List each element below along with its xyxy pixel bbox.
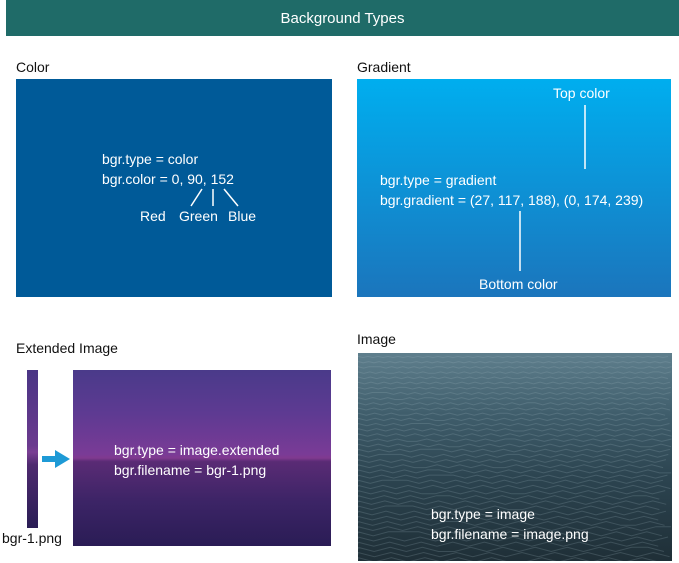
ripple-line bbox=[358, 546, 665, 553]
red-connector-line bbox=[190, 188, 203, 207]
ripple-line bbox=[358, 428, 671, 432]
ripple-line bbox=[358, 484, 671, 490]
ripple-line bbox=[358, 417, 668, 422]
extended-section-title: Extended Image bbox=[16, 340, 118, 356]
gradient-code-value: bgr.gradient = (27, 117, 188), (0, 174, … bbox=[380, 192, 644, 208]
ripple-line bbox=[358, 448, 671, 453]
top-color-label: Top color bbox=[553, 85, 610, 101]
source-filename-label: bgr-1.png bbox=[2, 530, 62, 546]
ripple-line bbox=[358, 438, 672, 442]
extended-image-panel: bgr.type = image.extended bgr.filename =… bbox=[73, 370, 331, 546]
color-section-title: Color bbox=[16, 59, 50, 75]
red-label: Red bbox=[140, 208, 166, 224]
ripple-line bbox=[358, 469, 672, 474]
ripple-line bbox=[358, 474, 668, 479]
ripple-line bbox=[358, 355, 669, 359]
bottom-color-label: Bottom color bbox=[479, 276, 558, 292]
ripple-line bbox=[358, 551, 670, 558]
ripple-line bbox=[358, 376, 669, 380]
ripple-line bbox=[358, 371, 671, 374]
green-label: Green bbox=[179, 208, 218, 224]
ripple-line bbox=[358, 464, 664, 469]
ripple-line bbox=[358, 479, 664, 484]
blue-label: Blue bbox=[228, 208, 257, 224]
ripple-line bbox=[358, 361, 671, 364]
ripple-line bbox=[358, 391, 671, 395]
ripple-line bbox=[358, 366, 672, 369]
ripple-line bbox=[358, 381, 671, 385]
water-photo: bgr.type = image bgr.filename = image.pn… bbox=[358, 353, 672, 561]
ripple-line bbox=[358, 397, 669, 401]
source-strip-image bbox=[27, 370, 38, 528]
image-section-title: Image bbox=[357, 331, 396, 347]
extended-code-filename: bgr.filename = bgr-1.png bbox=[114, 462, 267, 478]
ripple-line bbox=[358, 422, 670, 427]
ripple-line bbox=[358, 386, 671, 390]
gradient-section-title: Gradient bbox=[357, 59, 411, 75]
image-code-type: bgr.type = image bbox=[431, 506, 535, 522]
ripple-line bbox=[358, 407, 671, 411]
ripple-line bbox=[358, 443, 672, 448]
color-panel: bgr.type = color bgr.color = 0, 90, 152 … bbox=[16, 79, 332, 297]
extended-code-type: bgr.type = image.extended bbox=[114, 442, 280, 458]
page-title: Background Types bbox=[280, 9, 405, 27]
ripple-line bbox=[358, 557, 657, 561]
arrow-right-icon bbox=[42, 450, 70, 468]
color-code-value: bgr.color = 0, 90, 152 bbox=[102, 171, 234, 187]
color-code-type: bgr.type = color bbox=[102, 151, 199, 167]
gradient-code-type: bgr.type = gradient bbox=[380, 172, 497, 188]
ripple-line bbox=[358, 459, 667, 463]
gradient-panel: Top color bgr.type = gradient bgr.gradie… bbox=[357, 79, 671, 297]
ripple-line bbox=[358, 453, 669, 458]
blue-connector-line bbox=[223, 188, 239, 207]
image-code-filename: bgr.filename = image.png bbox=[431, 526, 589, 542]
header-bar: Background Types bbox=[6, 0, 679, 36]
ripple-line bbox=[358, 412, 666, 416]
ripple-line bbox=[358, 402, 667, 406]
ripple-line bbox=[358, 433, 672, 437]
ripple-line bbox=[358, 490, 666, 495]
ripple-line bbox=[358, 495, 660, 500]
